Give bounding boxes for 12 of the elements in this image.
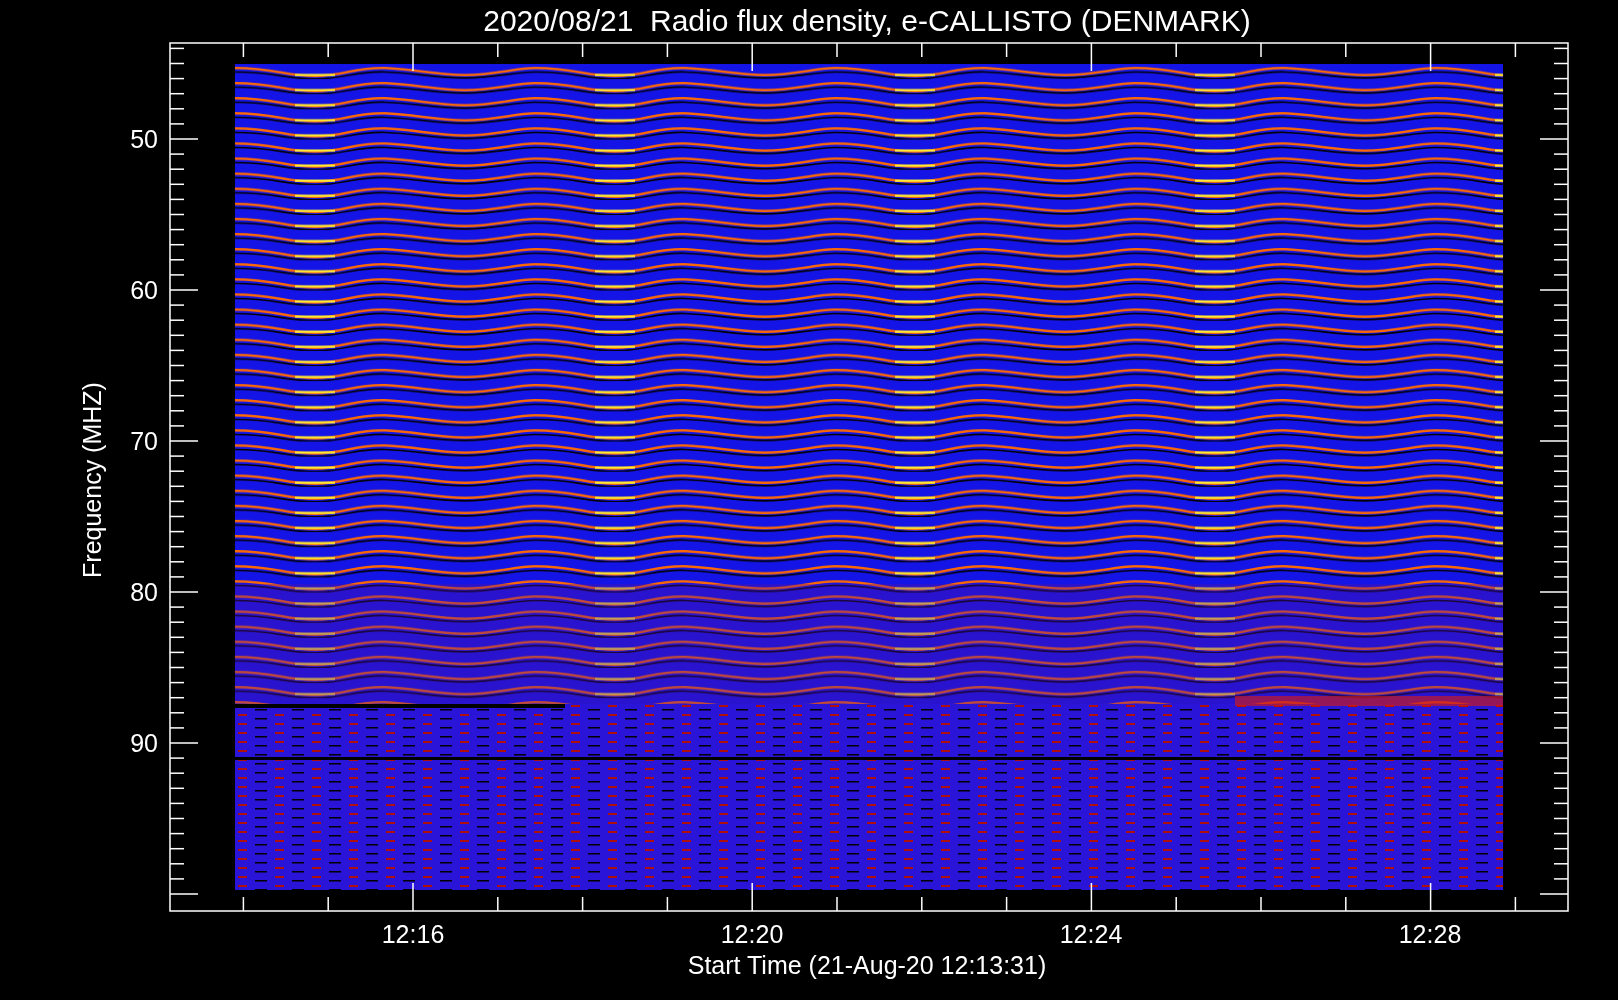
- x-axis-label: Start Time (21-Aug-20 12:13:31): [687, 951, 1047, 979]
- chart-title: 2020/08/21 Radio flux density, e-CALLISTO (DENMARK): [483, 4, 1251, 37]
- x-tick-label: 12:28: [1398, 920, 1462, 948]
- y-tick-label: 80: [130, 578, 158, 606]
- x-tick-label: 12:16: [381, 920, 445, 948]
- y-tick-label: 70: [130, 427, 158, 455]
- y-tick-label: 60: [130, 276, 158, 304]
- x-tick-label: 12:20: [720, 920, 784, 948]
- y-tick-label: 50: [130, 125, 158, 153]
- x-tick-label: 12:24: [1059, 920, 1123, 948]
- y-axis-label: Frequency (MHZ): [78, 382, 106, 578]
- y-tick-label: 90: [130, 729, 158, 757]
